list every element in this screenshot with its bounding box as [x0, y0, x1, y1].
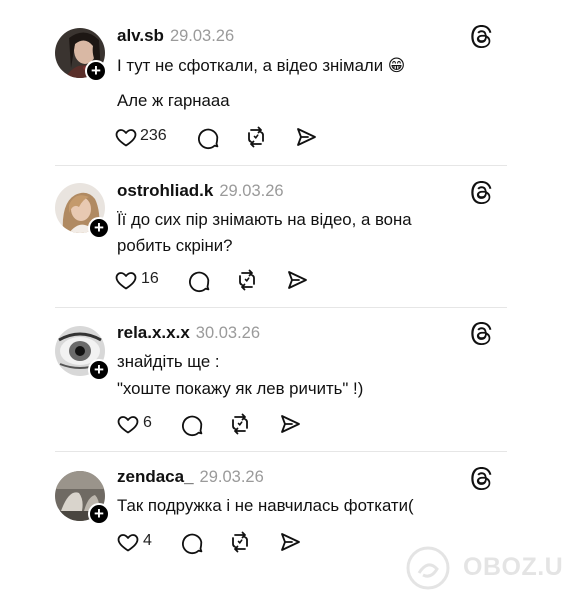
like-count: 6: [143, 414, 152, 431]
threads-logo-icon[interactable]: [470, 321, 494, 345]
repost-icon[interactable]: [235, 267, 259, 293]
divider: [55, 307, 507, 308]
follow-plus-icon[interactable]: +: [88, 217, 110, 239]
send-icon[interactable]: [278, 411, 302, 437]
comment-header: zendaca_ 29.03.26: [117, 467, 264, 487]
comment-icon[interactable]: [187, 267, 211, 293]
threads-logo-icon[interactable]: [470, 466, 494, 490]
heart-icon[interactable]: [116, 411, 140, 437]
repost-icon[interactable]: [228, 529, 252, 555]
username[interactable]: rela.x.x.x: [117, 323, 190, 342]
heart-icon[interactable]: [114, 267, 138, 293]
username[interactable]: ostrohliad.k: [117, 181, 213, 200]
comment-date: 29.03.26: [169, 27, 235, 45]
send-icon[interactable]: [278, 529, 302, 555]
comment-date: 29.03.26: [219, 182, 284, 200]
follow-plus-icon[interactable]: +: [85, 60, 107, 82]
send-icon[interactable]: [285, 267, 309, 293]
comment-text: "хоште покажу як лев ричить" !): [117, 379, 364, 398]
comment-icon[interactable]: [196, 124, 220, 150]
like-count: 4: [143, 532, 152, 549]
comment-text: Її до сих пір знімають на відео, а вона: [117, 210, 412, 229]
comment-text: знайдіть ще :: [117, 352, 220, 371]
username[interactable]: zendaca_: [117, 467, 194, 486]
divider: [55, 451, 507, 452]
comment-text: І тут не сфоткали, а відео знімали 😁: [117, 56, 406, 75]
comment-header: ostrohliad.k 29.03.26: [117, 181, 284, 201]
comment-header: rela.x.x.x 30.03.26: [117, 323, 260, 343]
comment-date: 29.03.26: [199, 468, 264, 486]
follow-plus-icon[interactable]: +: [88, 503, 110, 525]
username[interactable]: alv.sb: [117, 26, 164, 45]
comment-icon[interactable]: [180, 529, 204, 555]
comment-text: Але ж гарнааа: [117, 91, 230, 110]
comment-icon[interactable]: [180, 411, 204, 437]
heart-icon[interactable]: [116, 529, 140, 555]
divider: [55, 165, 507, 166]
like-count: 16: [141, 270, 159, 287]
follow-plus-icon[interactable]: +: [88, 359, 110, 381]
comment-date: 30.03.26: [195, 324, 261, 342]
comment-text: робить скріни?: [117, 236, 233, 255]
comment-header: alv.sb 29.03.26: [117, 26, 234, 46]
repost-icon[interactable]: [244, 124, 268, 150]
like-count: 236: [140, 127, 167, 144]
repost-icon[interactable]: [228, 411, 252, 437]
watermark-text: OBOZ.UA: [463, 553, 563, 581]
heart-icon[interactable]: [114, 124, 138, 150]
send-icon[interactable]: [294, 124, 318, 150]
threads-logo-icon[interactable]: [470, 24, 494, 48]
comment-text: Так подружка і не навчилась фоткати(: [117, 496, 414, 515]
watermark-logo-icon: [406, 546, 450, 590]
threads-logo-icon[interactable]: [470, 180, 494, 204]
